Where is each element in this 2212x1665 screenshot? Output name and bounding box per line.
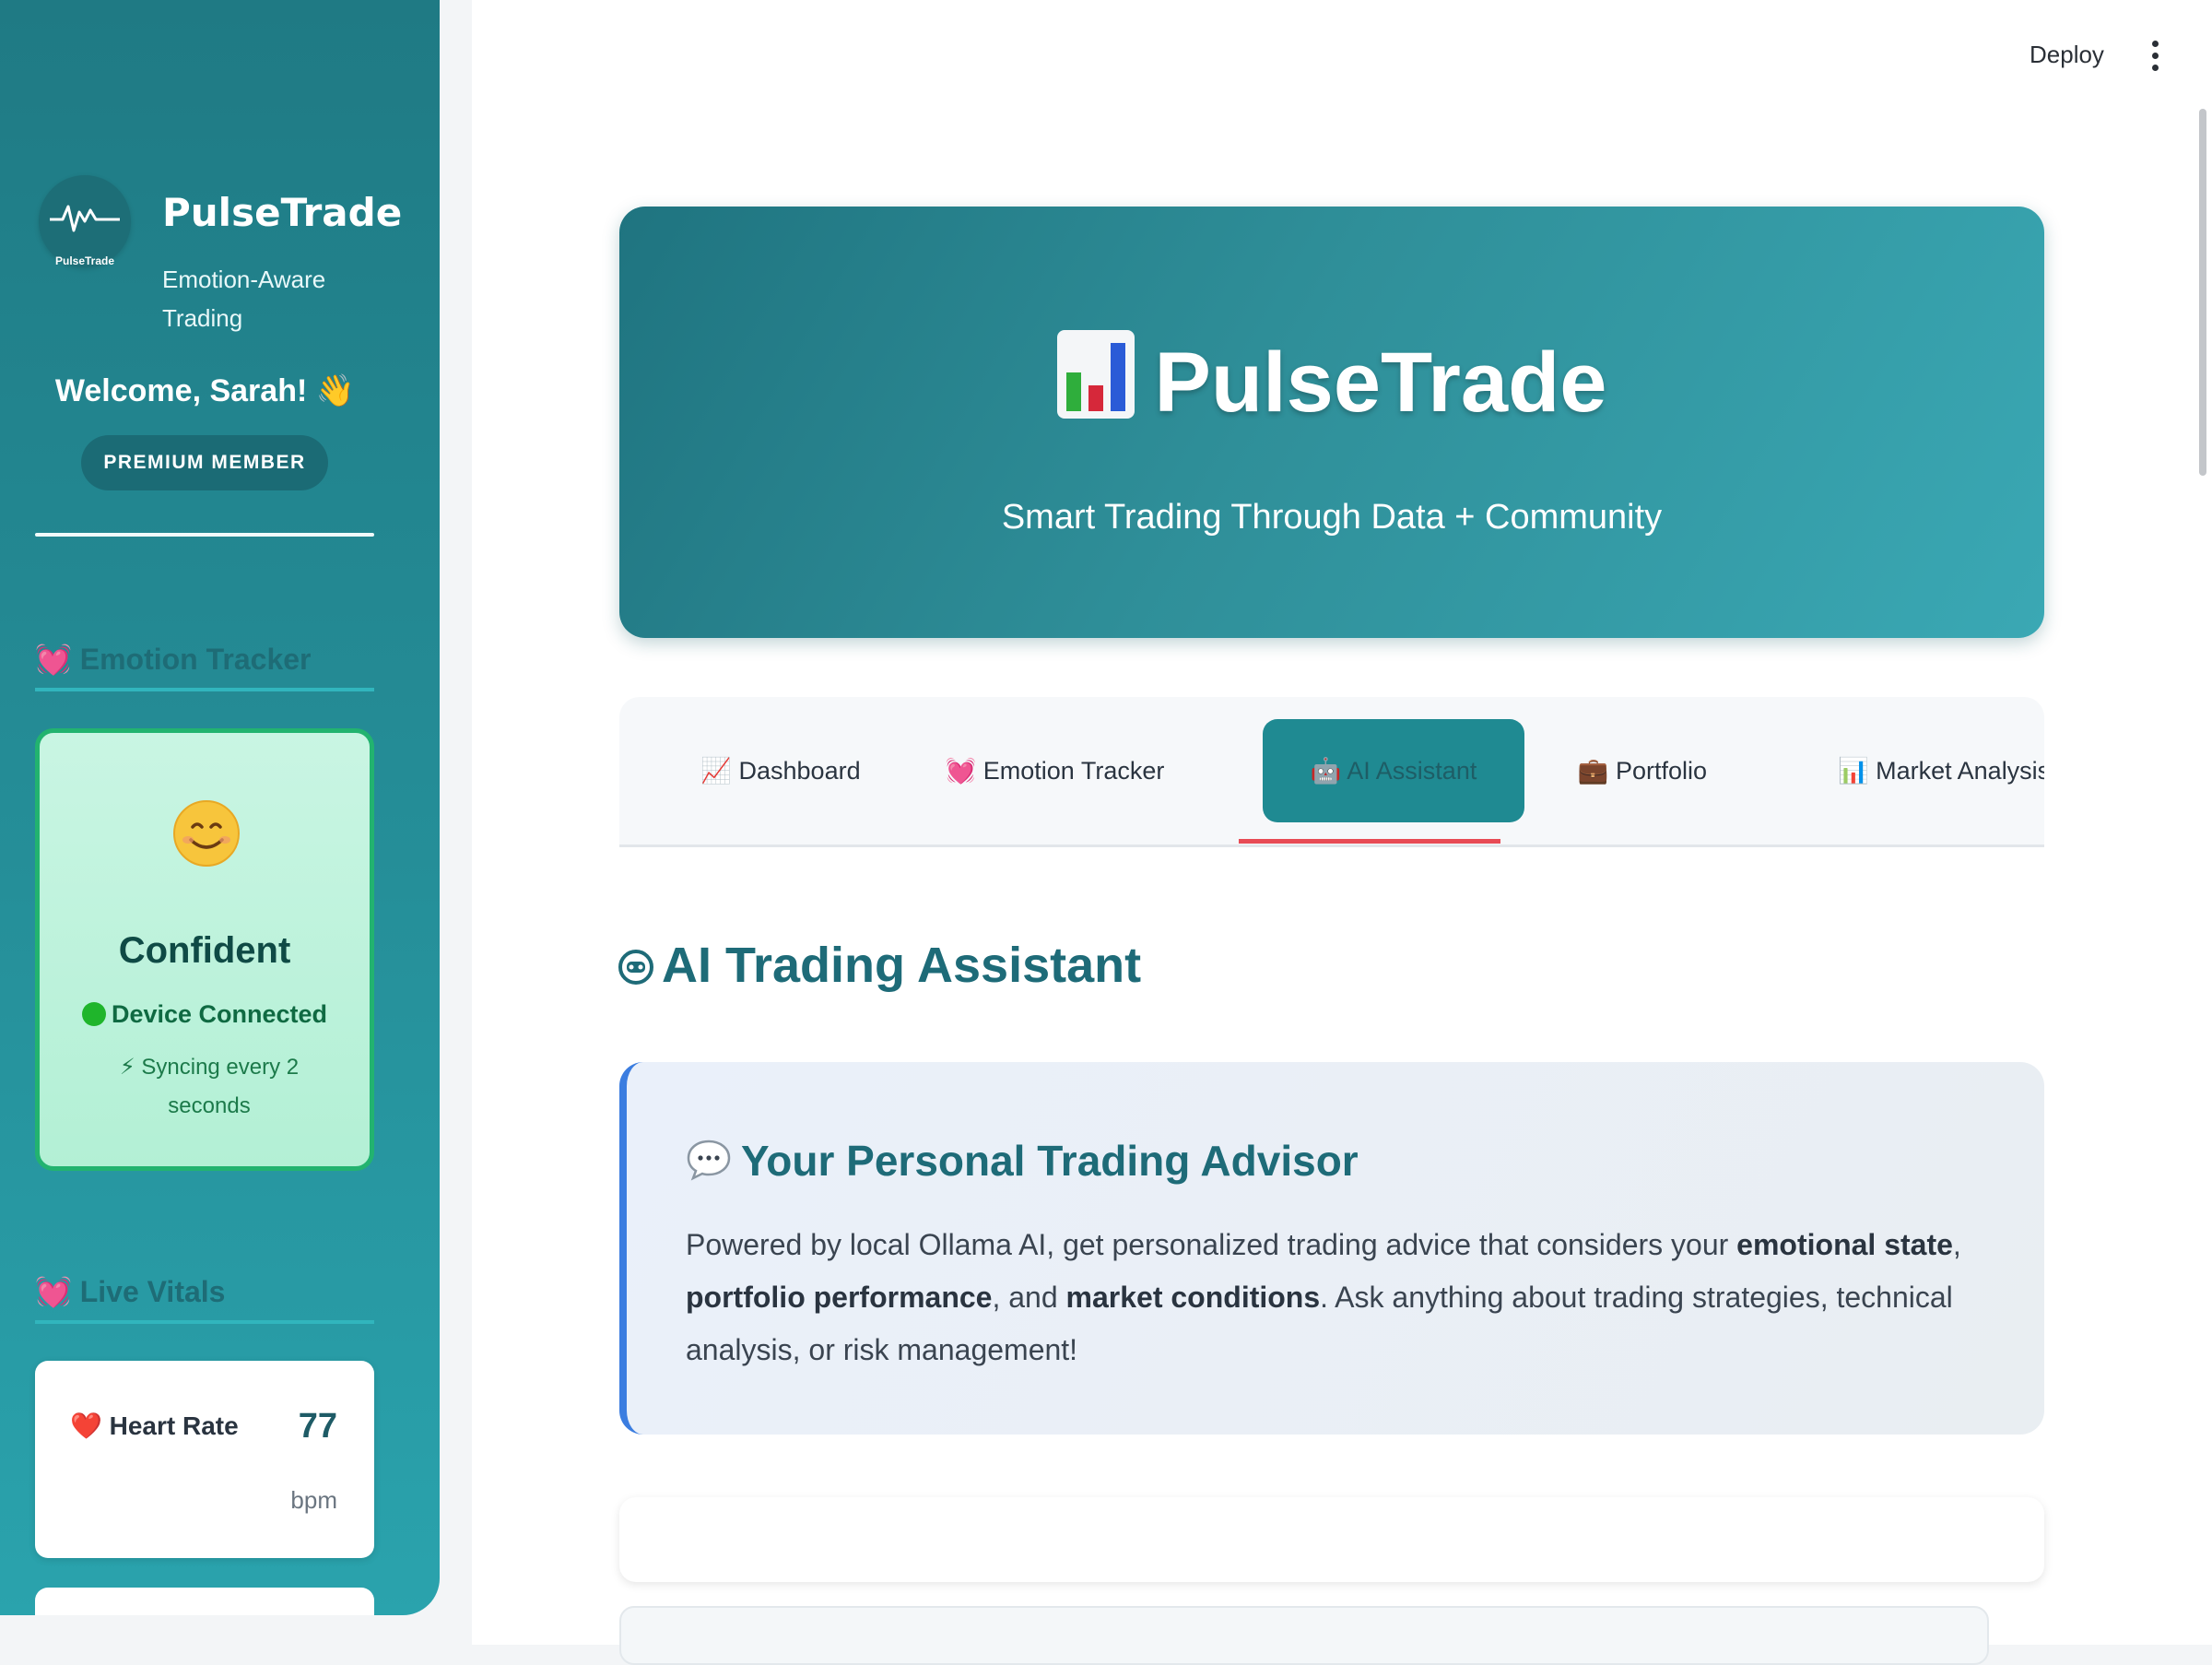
next-vitals-card (35, 1588, 374, 1615)
heart-rate-label: ❤️ Heart Rate (70, 1411, 239, 1440)
tab-portfolio[interactable]: 💼 Portfolio (1550, 719, 1735, 822)
sync-status-text: ⚡ Syncing every 2 seconds (119, 1055, 300, 1118)
advisor-title: Your Personal Trading Advisor (686, 1136, 1359, 1186)
tab-dashboard[interactable]: 📈 Dashboard (665, 719, 896, 822)
live-vitals-heading: 💓 Live Vitals (35, 1274, 374, 1324)
emphasis-portfolio-performance: portfolio performance (686, 1281, 993, 1314)
section-title-text: AI Trading Assistant (662, 938, 1142, 993)
advisor-info-card: Your Personal Trading Advisor Powered by… (619, 1062, 2044, 1435)
active-tab-indicator (1239, 839, 1500, 844)
hero-title: PulseTrade (619, 330, 2044, 431)
speech-bubble-icon (687, 1140, 731, 1181)
premium-member-badge: PREMIUM MEMBER (81, 435, 328, 490)
device-status: Device Connected (40, 1000, 370, 1029)
kebab-menu-icon[interactable] (2146, 41, 2164, 71)
emphasis-emotional-state: emotional state (1736, 1228, 1953, 1261)
tab-ai-assistant[interactable]: 🤖 AI Assistant (1263, 719, 1524, 822)
device-status-text: Device Connected (111, 1000, 328, 1028)
deploy-button[interactable]: Deploy (2030, 41, 2104, 69)
advisor-title-text: Your Personal Trading Advisor (741, 1137, 1359, 1185)
emphasis-market-conditions: market conditions (1065, 1281, 1321, 1314)
emotion-label: Confident (118, 930, 291, 971)
brand-tagline: Emotion-Aware Trading (162, 266, 326, 332)
pulse-logo-icon: PulseTrade (39, 175, 131, 267)
emotion-status-card: Confident Device Connected ⚡ Syncing eve… (35, 728, 374, 1171)
section-title: AI Trading Assistant (618, 937, 1141, 994)
sidebar-divider (35, 533, 374, 537)
brand-name: PulseTrade (162, 190, 403, 235)
tab-market-analysis[interactable]: 📊 Market Analysis (1838, 719, 2044, 822)
chat-input-area[interactable] (619, 1606, 1989, 1665)
hero-banner: PulseTrade Smart Trading Through Data + … (619, 207, 2044, 638)
sidebar: PulseTrade PulseTrade Emotion-Aware Trad… (0, 0, 440, 1615)
chat-container (619, 1497, 2044, 1582)
hero-subtitle: Smart Trading Through Data + Community (1001, 498, 1663, 537)
heart-rate-card: ❤️ Heart Rate 77 bpm (35, 1361, 374, 1558)
robot-icon (618, 950, 653, 985)
heart-rate-unit: bpm (290, 1486, 337, 1514)
logo-text: PulseTrade (54, 254, 115, 267)
advisor-description: Powered by local Ollama AI, get personal… (686, 1228, 1961, 1366)
main-content: Deploy PulseTrade Smart Trading Through … (472, 0, 2212, 1665)
tab-bar: 📈 Dashboard 💓 Emotion Tracker 🤖 AI Assis… (619, 697, 2044, 847)
tab-emotion-tracker[interactable]: 💓 Emotion Tracker (928, 719, 1182, 822)
brand-block: PulseTrade PulseTrade Emotion-Aware Trad… (35, 171, 404, 337)
welcome-message: Welcome, Sarah! 👋 (54, 373, 356, 408)
green-status-dot-icon (81, 1002, 106, 1026)
scrollbar[interactable] (2199, 109, 2206, 476)
hero-title-text: PulseTrade (1154, 336, 1607, 430)
emotion-tracker-heading: 💓 Emotion Tracker (35, 642, 374, 691)
smiling-face-icon (172, 799, 241, 872)
heart-rate-value: 77 (298, 1407, 337, 1446)
bar-chart-icon (1056, 330, 1135, 419)
